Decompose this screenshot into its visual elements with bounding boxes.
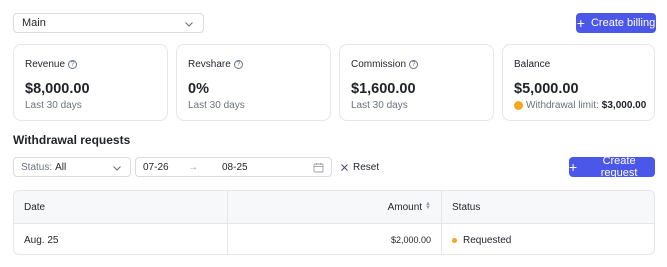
coin-icon bbox=[514, 101, 523, 110]
revshare-card: Revshare ? 0% Last 30 days bbox=[176, 44, 331, 121]
table-row[interactable]: Aug. 25 $2,000.00 Requested bbox=[14, 224, 654, 254]
revshare-period: Last 30 days bbox=[188, 100, 245, 111]
date-range-picker[interactable]: 07-26 → 08-25 bbox=[135, 157, 332, 177]
withdrawal-limit-label: Withdrawal limit: bbox=[526, 100, 599, 111]
status-filter-select[interactable]: Status: All bbox=[13, 157, 131, 177]
account-select[interactable]: Main bbox=[13, 13, 204, 33]
status-dot-icon bbox=[452, 237, 457, 243]
column-header-status-label: Status bbox=[452, 201, 481, 213]
revshare-title: Revshare bbox=[188, 59, 231, 70]
create-request-button[interactable]: + Create request bbox=[569, 155, 655, 179]
status-filter-value: All bbox=[55, 161, 67, 173]
help-icon[interactable]: ? bbox=[233, 60, 243, 69]
date-to[interactable]: 08-25 bbox=[222, 162, 248, 173]
withdrawal-limit-value: $3,000.00 bbox=[601, 100, 647, 111]
reset-button[interactable]: Reset bbox=[340, 157, 379, 177]
commission-value: $1,600.00 bbox=[351, 81, 416, 97]
balance-title-row: Balance bbox=[514, 59, 550, 70]
withdrawal-table: Date Amount ▲ ▼ Status Aug. 25 $2,000.00 … bbox=[13, 190, 655, 255]
column-header-status[interactable]: Status bbox=[442, 191, 654, 223]
column-header-amount[interactable]: Amount ▲ ▼ bbox=[228, 191, 442, 223]
commission-period: Last 30 days bbox=[351, 100, 408, 111]
balance-title: Balance bbox=[514, 59, 551, 70]
help-icon[interactable]: ? bbox=[68, 60, 78, 69]
row-status: Requested bbox=[442, 224, 654, 254]
row-status-label: Requested bbox=[463, 234, 512, 246]
table-header: Date Amount ▲ ▼ Status bbox=[14, 191, 654, 224]
reset-label: Reset bbox=[353, 161, 380, 173]
create-billing-label: Create billing bbox=[590, 17, 656, 29]
balance-value: $5,000.00 bbox=[514, 81, 579, 97]
date-range-arrow: → bbox=[188, 161, 198, 173]
row-date: Aug. 25 bbox=[14, 224, 228, 254]
sort-icon[interactable]: ▲ ▼ bbox=[425, 201, 431, 211]
section-title: Withdrawal requests bbox=[13, 133, 131, 147]
commission-card: Commission ? $1,600.00 Last 30 days bbox=[339, 44, 494, 121]
commission-title-row: Commission ? bbox=[351, 59, 419, 70]
column-header-amount-label: Amount bbox=[387, 201, 423, 213]
column-header-date-label: Date bbox=[24, 201, 46, 213]
plus-icon: + bbox=[569, 159, 578, 175]
revenue-card: Revenue ? $8,000.00 Last 30 days bbox=[13, 44, 168, 121]
status-filter-label: Status: bbox=[21, 161, 53, 173]
chevron-down-icon bbox=[185, 22, 193, 27]
create-billing-button[interactable]: + Create billing bbox=[576, 13, 656, 33]
calendar-icon bbox=[313, 163, 324, 173]
help-icon[interactable]: ? bbox=[409, 60, 419, 69]
revenue-period: Last 30 days bbox=[25, 100, 82, 111]
commission-title: Commission bbox=[351, 59, 407, 70]
revshare-title-row: Revshare ? bbox=[188, 59, 243, 70]
revenue-title: Revenue bbox=[25, 59, 66, 70]
revenue-value: $8,000.00 bbox=[25, 81, 90, 97]
account-select-value: Main bbox=[22, 17, 46, 29]
row-amount: $2,000.00 bbox=[228, 224, 442, 254]
balance-card: Balance $5,000.00 Withdrawal limit: $3,0… bbox=[502, 44, 655, 121]
column-header-date[interactable]: Date bbox=[14, 191, 228, 223]
close-icon bbox=[341, 163, 348, 171]
chevron-down-icon bbox=[113, 166, 121, 171]
plus-icon: + bbox=[576, 15, 585, 31]
revenue-title-row: Revenue ? bbox=[25, 59, 78, 70]
create-request-label: Create request bbox=[600, 155, 638, 179]
withdrawal-limit: Withdrawal limit: $3,000.00 bbox=[514, 100, 646, 111]
revshare-value: 0% bbox=[188, 81, 209, 97]
date-from[interactable]: 07-26 bbox=[143, 162, 169, 173]
